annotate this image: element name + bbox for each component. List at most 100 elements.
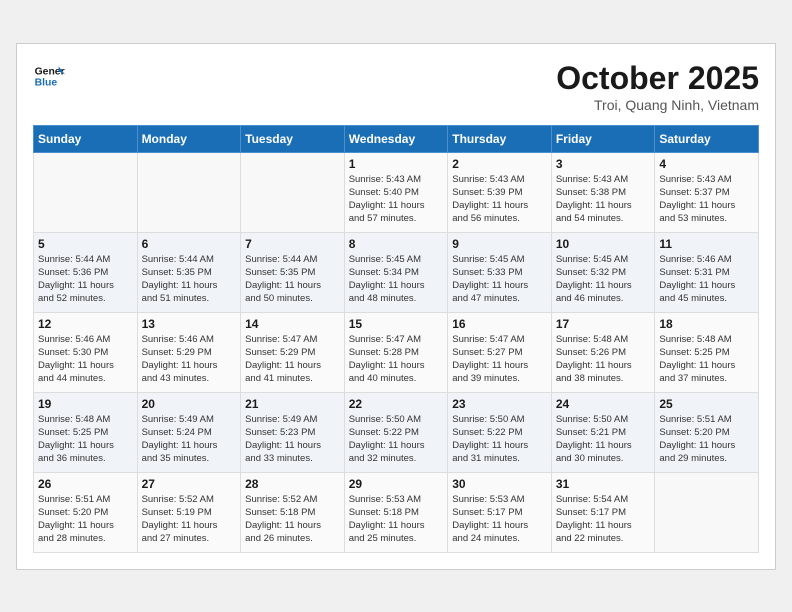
day-info: Sunrise: 5:50 AM Sunset: 5:21 PM Dayligh… — [556, 413, 651, 466]
day-cell: 13 Sunrise: 5:46 AM Sunset: 5:29 PM Dayli… — [137, 312, 241, 392]
day-number: 1 — [349, 157, 444, 171]
day-cell: 20 Sunrise: 5:49 AM Sunset: 5:24 PM Dayli… — [137, 392, 241, 472]
day-cell: 8 Sunrise: 5:45 AM Sunset: 5:34 PM Daylig… — [344, 232, 448, 312]
day-cell: 28 Sunrise: 5:52 AM Sunset: 5:18 PM Dayli… — [241, 472, 345, 552]
day-cell: 6 Sunrise: 5:44 AM Sunset: 5:35 PM Daylig… — [137, 232, 241, 312]
day-number: 25 — [659, 397, 754, 411]
day-cell: 19 Sunrise: 5:48 AM Sunset: 5:25 PM Dayli… — [34, 392, 138, 472]
day-cell: 10 Sunrise: 5:45 AM Sunset: 5:32 PM Dayli… — [551, 232, 655, 312]
weekday-header-tuesday: Tuesday — [241, 125, 345, 152]
day-cell: 27 Sunrise: 5:52 AM Sunset: 5:19 PM Dayli… — [137, 472, 241, 552]
day-info: Sunrise: 5:49 AM Sunset: 5:24 PM Dayligh… — [142, 413, 237, 466]
weekday-header-friday: Friday — [551, 125, 655, 152]
day-number: 4 — [659, 157, 754, 171]
day-number: 29 — [349, 477, 444, 491]
day-cell: 24 Sunrise: 5:50 AM Sunset: 5:21 PM Dayli… — [551, 392, 655, 472]
day-number: 11 — [659, 237, 754, 251]
weekday-header-saturday: Saturday — [655, 125, 759, 152]
day-cell: 9 Sunrise: 5:45 AM Sunset: 5:33 PM Daylig… — [448, 232, 552, 312]
day-number: 8 — [349, 237, 444, 251]
day-number: 10 — [556, 237, 651, 251]
day-number: 18 — [659, 317, 754, 331]
day-info: Sunrise: 5:47 AM Sunset: 5:27 PM Dayligh… — [452, 333, 547, 386]
day-number: 19 — [38, 397, 133, 411]
day-number: 28 — [245, 477, 340, 491]
day-info: Sunrise: 5:52 AM Sunset: 5:18 PM Dayligh… — [245, 493, 340, 546]
weekday-header-sunday: Sunday — [34, 125, 138, 152]
day-number: 9 — [452, 237, 547, 251]
day-cell — [137, 152, 241, 232]
week-row-5: 26 Sunrise: 5:51 AM Sunset: 5:20 PM Dayli… — [34, 472, 759, 552]
day-cell: 26 Sunrise: 5:51 AM Sunset: 5:20 PM Dayli… — [34, 472, 138, 552]
day-number: 7 — [245, 237, 340, 251]
day-info: Sunrise: 5:43 AM Sunset: 5:40 PM Dayligh… — [349, 173, 444, 226]
week-row-1: 1 Sunrise: 5:43 AM Sunset: 5:40 PM Daylig… — [34, 152, 759, 232]
calendar-table: SundayMondayTuesdayWednesdayThursdayFrid… — [33, 125, 759, 553]
day-info: Sunrise: 5:44 AM Sunset: 5:35 PM Dayligh… — [142, 253, 237, 306]
day-info: Sunrise: 5:51 AM Sunset: 5:20 PM Dayligh… — [38, 493, 133, 546]
day-cell: 17 Sunrise: 5:48 AM Sunset: 5:26 PM Dayli… — [551, 312, 655, 392]
day-number: 12 — [38, 317, 133, 331]
day-cell: 12 Sunrise: 5:46 AM Sunset: 5:30 PM Dayli… — [34, 312, 138, 392]
weekday-header-monday: Monday — [137, 125, 241, 152]
weekday-header-row: SundayMondayTuesdayWednesdayThursdayFrid… — [34, 125, 759, 152]
day-number: 26 — [38, 477, 133, 491]
day-number: 21 — [245, 397, 340, 411]
day-cell: 2Sunrise: 5:43 AM Sunset: 5:39 PM Daylig… — [448, 152, 552, 232]
day-info: Sunrise: 5:48 AM Sunset: 5:26 PM Dayligh… — [556, 333, 651, 386]
day-number: 20 — [142, 397, 237, 411]
day-cell — [241, 152, 345, 232]
day-number: 16 — [452, 317, 547, 331]
day-cell: 18 Sunrise: 5:48 AM Sunset: 5:25 PM Dayli… — [655, 312, 759, 392]
day-info: Sunrise: 5:45 AM Sunset: 5:34 PM Dayligh… — [349, 253, 444, 306]
day-cell: 11Sunrise: 5:46 AM Sunset: 5:31 PM Dayli… — [655, 232, 759, 312]
day-number: 14 — [245, 317, 340, 331]
calendar-header: General Blue October 2025 Troi, Quang Ni… — [33, 60, 759, 113]
week-row-3: 12 Sunrise: 5:46 AM Sunset: 5:30 PM Dayli… — [34, 312, 759, 392]
day-info: Sunrise: 5:48 AM Sunset: 5:25 PM Dayligh… — [659, 333, 754, 386]
day-number: 6 — [142, 237, 237, 251]
svg-text:Blue: Blue — [35, 77, 58, 88]
logo-icon: General Blue — [33, 60, 65, 92]
day-number: 30 — [452, 477, 547, 491]
day-info: Sunrise: 5:45 AM Sunset: 5:32 PM Dayligh… — [556, 253, 651, 306]
day-info: Sunrise: 5:54 AM Sunset: 5:17 PM Dayligh… — [556, 493, 651, 546]
day-number: 22 — [349, 397, 444, 411]
day-info: Sunrise: 5:50 AM Sunset: 5:22 PM Dayligh… — [452, 413, 547, 466]
day-number: 27 — [142, 477, 237, 491]
day-cell — [655, 472, 759, 552]
day-cell: 30Sunrise: 5:53 AM Sunset: 5:17 PM Dayli… — [448, 472, 552, 552]
day-cell: 4Sunrise: 5:43 AM Sunset: 5:37 PM Daylig… — [655, 152, 759, 232]
calendar-wrapper: General Blue October 2025 Troi, Quang Ni… — [16, 43, 776, 570]
day-cell: 25Sunrise: 5:51 AM Sunset: 5:20 PM Dayli… — [655, 392, 759, 472]
day-number: 2 — [452, 157, 547, 171]
day-number: 17 — [556, 317, 651, 331]
day-number: 3 — [556, 157, 651, 171]
day-number: 23 — [452, 397, 547, 411]
day-cell: 29Sunrise: 5:53 AM Sunset: 5:18 PM Dayli… — [344, 472, 448, 552]
day-cell: 14Sunrise: 5:47 AM Sunset: 5:29 PM Dayli… — [241, 312, 345, 392]
day-info: Sunrise: 5:48 AM Sunset: 5:25 PM Dayligh… — [38, 413, 133, 466]
day-info: Sunrise: 5:52 AM Sunset: 5:19 PM Dayligh… — [142, 493, 237, 546]
day-info: Sunrise: 5:45 AM Sunset: 5:33 PM Dayligh… — [452, 253, 547, 306]
day-info: Sunrise: 5:46 AM Sunset: 5:30 PM Dayligh… — [38, 333, 133, 386]
day-number: 31 — [556, 477, 651, 491]
month-title: October 2025 — [556, 60, 759, 97]
week-row-4: 19 Sunrise: 5:48 AM Sunset: 5:25 PM Dayli… — [34, 392, 759, 472]
day-cell: 1 Sunrise: 5:43 AM Sunset: 5:40 PM Daylig… — [344, 152, 448, 232]
day-cell: 7Sunrise: 5:44 AM Sunset: 5:35 PM Daylig… — [241, 232, 345, 312]
day-cell: 23 Sunrise: 5:50 AM Sunset: 5:22 PM Dayli… — [448, 392, 552, 472]
title-block: October 2025 Troi, Quang Ninh, Vietnam — [556, 60, 759, 113]
day-cell: 16 Sunrise: 5:47 AM Sunset: 5:27 PM Dayli… — [448, 312, 552, 392]
day-cell: 22Sunrise: 5:50 AM Sunset: 5:22 PM Dayli… — [344, 392, 448, 472]
day-cell: 5Sunrise: 5:44 AM Sunset: 5:36 PM Daylig… — [34, 232, 138, 312]
day-info: Sunrise: 5:46 AM Sunset: 5:29 PM Dayligh… — [142, 333, 237, 386]
day-cell: 21Sunrise: 5:49 AM Sunset: 5:23 PM Dayli… — [241, 392, 345, 472]
day-number: 13 — [142, 317, 237, 331]
day-cell — [34, 152, 138, 232]
day-number: 15 — [349, 317, 444, 331]
day-number: 5 — [38, 237, 133, 251]
day-number: 24 — [556, 397, 651, 411]
day-info: Sunrise: 5:43 AM Sunset: 5:38 PM Dayligh… — [556, 173, 651, 226]
weekday-header-wednesday: Wednesday — [344, 125, 448, 152]
